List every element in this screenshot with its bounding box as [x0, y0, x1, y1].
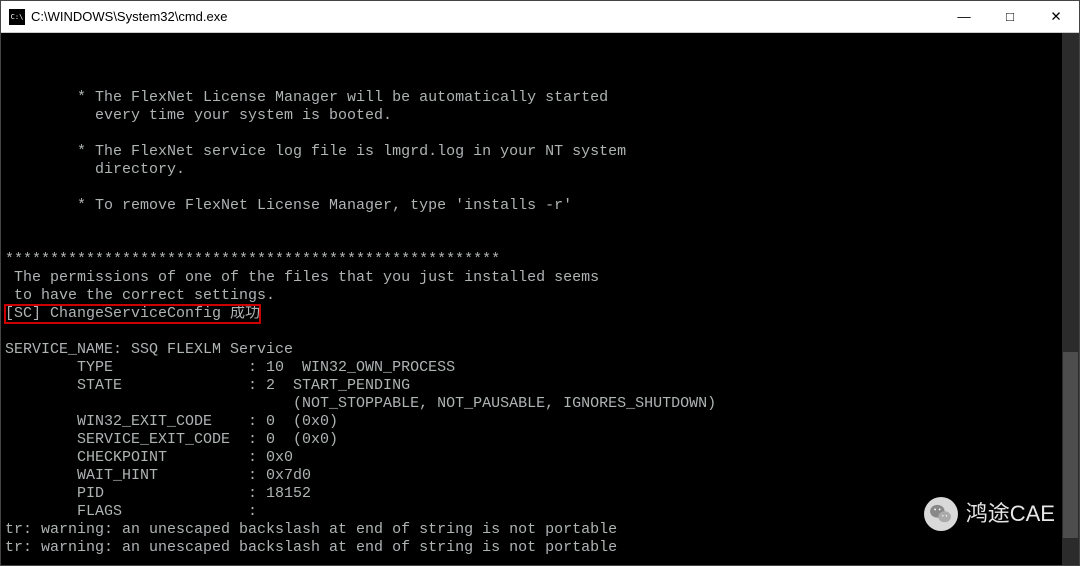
terminal-line: every time your system is booted. — [5, 107, 1075, 125]
terminal-area[interactable]: * The FlexNet License Manager will be au… — [1, 33, 1079, 565]
terminal-line: * To remove FlexNet License Manager, typ… — [5, 197, 1075, 215]
terminal-line: tr: warning: an unescaped backslash at e… — [5, 539, 1075, 557]
terminal-line — [5, 557, 1075, 565]
window-title: C:\WINDOWS\System32\cmd.exe — [31, 9, 941, 24]
titlebar[interactable]: C:\WINDOWS\System32\cmd.exe — □ ✕ — [1, 1, 1079, 33]
close-button[interactable]: ✕ — [1033, 1, 1079, 32]
terminal-line: [SC] ChangeServiceConfig 成功 — [5, 305, 1075, 323]
terminal-line: STATE : 2 START_PENDING — [5, 377, 1075, 395]
minimize-button[interactable]: — — [941, 1, 987, 32]
terminal-line: tr: warning: an unescaped backslash at e… — [5, 521, 1075, 539]
terminal-line — [5, 215, 1075, 233]
terminal-line: SERVICE_NAME: SSQ FLEXLM Service — [5, 341, 1075, 359]
scrollbar[interactable] — [1062, 33, 1079, 565]
terminal-line: directory. — [5, 161, 1075, 179]
terminal-line — [5, 233, 1075, 251]
terminal-line: PID : 18152 — [5, 485, 1075, 503]
wechat-icon — [924, 497, 958, 531]
terminal-line: * The FlexNet service log file is lmgrd.… — [5, 143, 1075, 161]
terminal-line: WIN32_EXIT_CODE : 0 (0x0) — [5, 413, 1075, 431]
terminal-line — [5, 179, 1075, 197]
terminal-content: * The FlexNet License Manager will be au… — [5, 71, 1075, 565]
cmd-icon — [9, 9, 25, 25]
terminal-line: * The FlexNet License Manager will be au… — [5, 89, 1075, 107]
window-controls: — □ ✕ — [941, 1, 1079, 32]
scrollbar-thumb[interactable] — [1063, 352, 1078, 538]
terminal-line: WAIT_HINT : 0x7d0 — [5, 467, 1075, 485]
terminal-line: The permissions of one of the files that… — [5, 269, 1075, 287]
terminal-line — [5, 125, 1075, 143]
highlighted-text: [SC] ChangeServiceConfig 成功 — [5, 305, 260, 323]
terminal-line — [5, 323, 1075, 341]
terminal-line — [5, 71, 1075, 89]
terminal-line: CHECKPOINT : 0x0 — [5, 449, 1075, 467]
terminal-line: TYPE : 10 WIN32_OWN_PROCESS — [5, 359, 1075, 377]
terminal-line: (NOT_STOPPABLE, NOT_PAUSABLE, IGNORES_SH… — [5, 395, 1075, 413]
terminal-line: SERVICE_EXIT_CODE : 0 (0x0) — [5, 431, 1075, 449]
cmd-window: C:\WINDOWS\System32\cmd.exe — □ ✕ * The … — [0, 0, 1080, 566]
watermark: 鸿途CAE — [924, 497, 1055, 531]
watermark-text: 鸿途CAE — [966, 505, 1055, 523]
maximize-button[interactable]: □ — [987, 1, 1033, 32]
terminal-line: to have the correct settings. — [5, 287, 1075, 305]
terminal-line: FLAGS : — [5, 503, 1075, 521]
terminal-line: ****************************************… — [5, 251, 1075, 269]
